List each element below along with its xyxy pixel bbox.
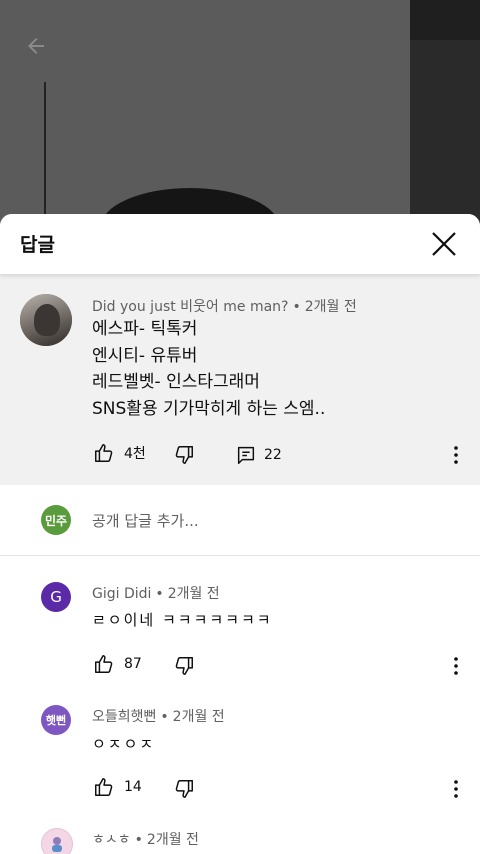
- meta-separator: •: [292, 299, 301, 315]
- video-player[interactable]: [0, 0, 480, 240]
- comment-time: 2개월 전: [146, 832, 199, 848]
- reply-button[interactable]: 22: [234, 443, 282, 467]
- replies-sheet: 답글 Did you just 비웃어 me man? • 2개월 전 에스파- 틱…: [0, 214, 480, 854]
- comment-icon: [234, 443, 258, 467]
- avatar-illustration-icon: [52, 837, 62, 852]
- video-frame-cable: [44, 82, 46, 232]
- avatar-photo-figure: [34, 304, 60, 336]
- avatar[interactable]: [41, 828, 73, 854]
- thumb-up-icon: [92, 441, 116, 465]
- reply-input[interactable]: 공개 답글 추가...: [92, 510, 199, 531]
- comment-meta: ㅎㅅㅎ • 2개월 전: [92, 829, 199, 849]
- meta-separator: •: [160, 709, 169, 725]
- more-vertical-icon: [454, 446, 458, 464]
- more-vertical-icon: [454, 780, 458, 798]
- thumb-down-icon: [172, 777, 196, 801]
- dislike-button[interactable]: [172, 654, 196, 678]
- comment-line: 레드벨벳- 인스타그래머: [92, 372, 260, 392]
- thumb-up-icon: [92, 652, 116, 676]
- meta-separator: •: [134, 832, 143, 848]
- more-options-button[interactable]: [444, 654, 468, 678]
- avatar: 민주: [41, 505, 71, 535]
- sheet-title: 답글: [20, 234, 55, 256]
- sheet-header: 답글: [0, 214, 480, 274]
- comment-text: ㄹㅇ이네 ㅋㅋㅋㅋㅋㅋㅋ: [92, 611, 273, 629]
- more-vertical-icon: [454, 657, 458, 675]
- back-button[interactable]: [18, 28, 54, 64]
- dislike-button[interactable]: [172, 777, 196, 801]
- comment-time: 2개월 전: [167, 586, 220, 602]
- comment-time: 2개월 전: [304, 299, 357, 315]
- like-button[interactable]: 4천: [92, 441, 146, 465]
- comment-time: 2개월 전: [172, 709, 225, 725]
- reply-count: 22: [264, 447, 282, 463]
- comment-text: 에스파- 틱톡커 엔시티- 유튜버 레드벨벳- 인스타그래머 SNS활용 기가막…: [92, 316, 325, 422]
- thumb-up-icon: [92, 775, 116, 799]
- more-options-button[interactable]: [444, 443, 468, 467]
- add-reply-row[interactable]: 민주 공개 답글 추가...: [0, 485, 480, 556]
- like-button[interactable]: 87: [92, 652, 142, 676]
- avatar[interactable]: G: [41, 582, 71, 612]
- like-count: 4천: [124, 446, 146, 462]
- comment-author[interactable]: Gigi Didi: [92, 586, 151, 602]
- thumb-down-icon: [172, 443, 196, 467]
- comment-text: ㅇㅈㅇㅈ: [92, 735, 156, 753]
- comment-meta: Gigi Didi • 2개월 전: [92, 583, 220, 603]
- more-options-button[interactable]: [444, 777, 468, 801]
- like-button[interactable]: 14: [92, 775, 142, 799]
- close-icon: [432, 232, 456, 256]
- meta-separator: •: [155, 586, 164, 602]
- comment-meta: Did you just 비웃어 me man? • 2개월 전: [92, 296, 357, 316]
- parent-comment: Did you just 비웃어 me man? • 2개월 전 에스파- 틱톡커 …: [0, 274, 480, 485]
- thumb-down-icon: [172, 654, 196, 678]
- comment-author[interactable]: Did you just 비웃어 me man?: [92, 299, 289, 315]
- avatar[interactable]: 햇뻔: [41, 705, 71, 735]
- comment-line: 에스파- 틱톡커: [92, 319, 198, 339]
- close-button[interactable]: [428, 228, 460, 260]
- like-count: 14: [124, 779, 142, 795]
- video-frame-corner: [410, 0, 480, 40]
- avatar[interactable]: [20, 294, 72, 346]
- like-count: 87: [124, 656, 142, 672]
- arrow-left-icon: [28, 38, 44, 54]
- comment-author[interactable]: ㅎㅅㅎ: [92, 832, 131, 848]
- comment-line: 엔시티- 유튜버: [92, 345, 198, 366]
- comment-meta: 오들희햇뻔 • 2개월 전: [92, 706, 225, 726]
- comment-line: SNS활용 기가막히게 하는 스엠..: [92, 398, 326, 419]
- comment-author[interactable]: 오들희햇뻔: [92, 709, 156, 725]
- dislike-button[interactable]: [172, 443, 196, 467]
